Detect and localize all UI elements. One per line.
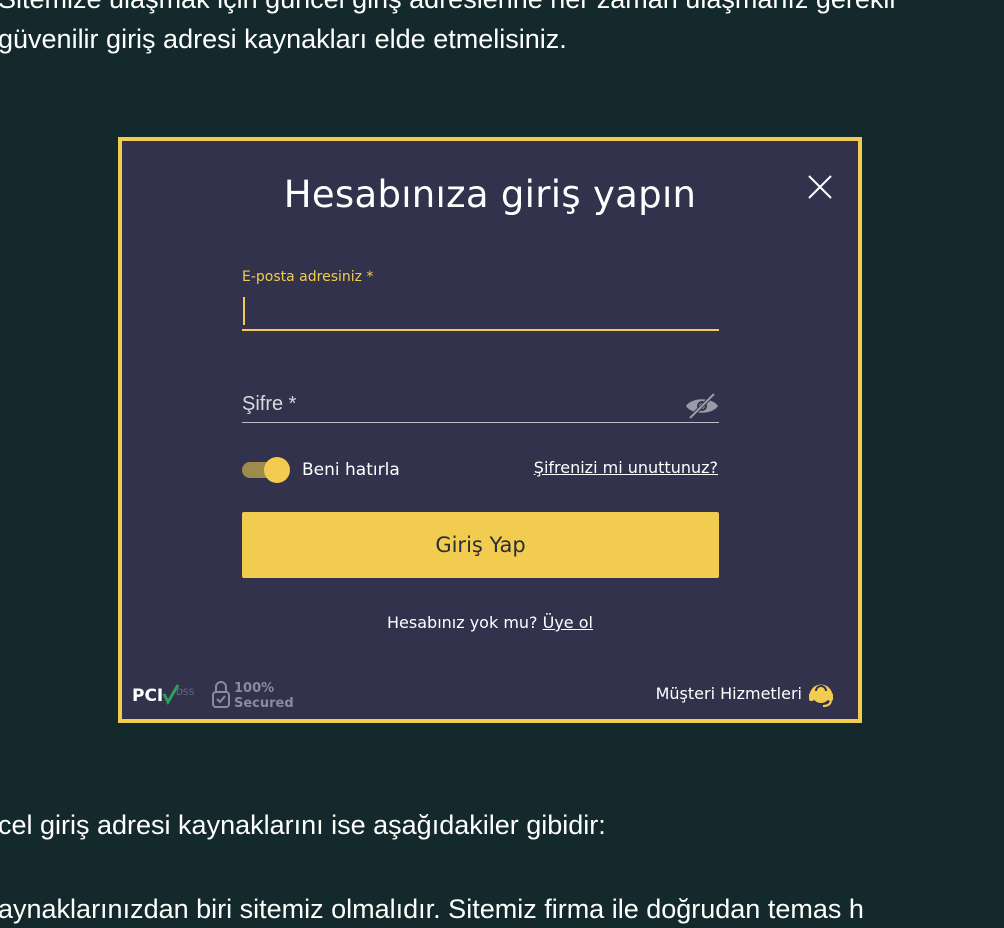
eye-slash-icon[interactable] <box>684 392 720 420</box>
remember-label: Beni hatırla <box>302 460 400 480</box>
customer-service-link[interactable]: Müşteri Hizmetleri <box>656 684 802 703</box>
email-field[interactable] <box>242 291 719 331</box>
modal-title: Hesabınıza giriş yapın <box>283 173 697 216</box>
forgot-password-link[interactable]: Şifrenizi mi unuttunuz? <box>534 458 718 477</box>
email-label: E-posta adresiniz * <box>242 269 374 285</box>
article-line-2: cel giriş adresi kaynaklarını ise aşağıd… <box>0 810 606 840</box>
login-button[interactable]: Giriş Yap <box>242 512 719 578</box>
signup-prompt: Hesabınız yok mu? <box>387 613 538 632</box>
article-line-3: aynaklarınızdan biri sitemiz olmalıdır. … <box>0 894 864 924</box>
svg-text:Secured: Secured <box>234 696 294 711</box>
login-modal: Hesabınıza giriş yapın E-posta adresiniz… <box>118 137 862 723</box>
password-field[interactable] <box>242 387 719 423</box>
headset-icon[interactable] <box>806 679 836 709</box>
svg-text:PCI: PCI <box>132 686 163 706</box>
signup-row: Hesabınız yok mu? Üye ol <box>122 613 858 632</box>
svg-text:DSS: DSS <box>176 688 195 698</box>
article-line-clipped: Sitemize ulaşmak için güncel giriş adres… <box>0 0 898 15</box>
close-icon[interactable] <box>806 173 834 201</box>
svg-text:100%: 100% <box>234 681 274 696</box>
text-caret <box>243 297 245 325</box>
secured-badge: 100% Secured <box>210 677 306 711</box>
remember-toggle[interactable] <box>242 457 290 483</box>
pci-dss-logo: PCI DSS <box>130 681 200 709</box>
toggle-knob <box>264 457 290 483</box>
signup-link[interactable]: Üye ol <box>543 613 593 632</box>
article-line-1: güvenilir giriş adresi kaynakları elde e… <box>0 24 567 54</box>
